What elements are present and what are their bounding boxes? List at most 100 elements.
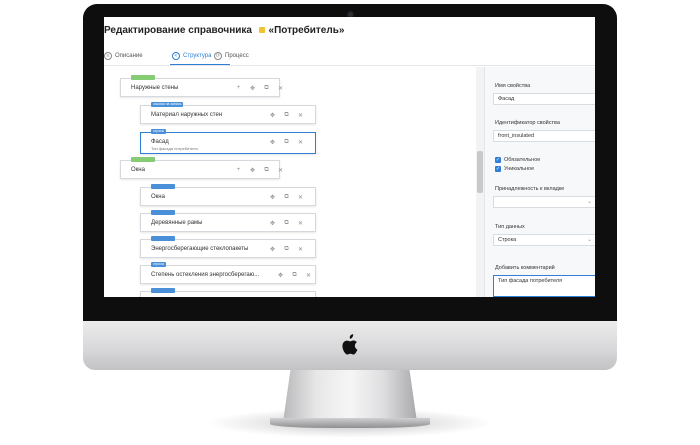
node-actions: + ✥ ⧉ ✕ [235, 85, 284, 92]
tab-membership-label: Принадлежность к вкладке [495, 186, 565, 192]
document-icon: ≡ [104, 52, 112, 60]
data-type-select[interactable]: Строка ⌄ [493, 234, 595, 246]
checkbox-checked-icon: ✓ [495, 166, 501, 172]
node-label: Деревянные рамы [151, 220, 203, 226]
node-type-badge: ссылка на запись [151, 102, 184, 107]
node-type-badge [151, 236, 175, 241]
required-checkbox-label: Обязательное [504, 157, 541, 163]
copy-icon[interactable]: ⧉ [283, 194, 290, 201]
copy-icon[interactable]: ⧉ [283, 220, 290, 227]
properties-panel: Имя свойства Фасад Идентификатор свойств… [484, 67, 595, 297]
copy-icon[interactable]: ⧉ [263, 85, 270, 92]
plus-icon[interactable]: + [235, 85, 242, 92]
close-icon[interactable]: ✕ [297, 139, 304, 146]
tree-node-field[interactable] [140, 288, 316, 297]
close-icon[interactable]: ✕ [305, 272, 312, 279]
data-type-value: Строка [498, 237, 517, 243]
tab-bar: ≡ Описание < Структура ⟳ Процесс [104, 52, 595, 66]
node-actions: ✥ ⧉ ✕ [269, 246, 304, 253]
node-type-badge [131, 75, 155, 80]
required-checkbox[interactable]: ✓ Обязательное [495, 157, 540, 163]
move-icon[interactable]: ✥ [269, 112, 276, 119]
comment-textarea[interactable]: Тип фасада потребителя [493, 275, 595, 297]
page-title: Редактирование справочника «Потребитель» [104, 25, 344, 36]
chevron-down-icon: ⌄ [586, 237, 592, 243]
copy-icon[interactable]: ⧉ [283, 246, 290, 253]
close-icon[interactable]: ✕ [297, 194, 304, 201]
move-icon[interactable]: ✥ [269, 194, 276, 201]
node-actions: ✥ ⧉ ✕ [269, 220, 304, 227]
node-type-badge [131, 157, 155, 162]
node-label: Энергосберегающие стеклопакеты [151, 246, 249, 252]
scrollbar-thumb[interactable] [477, 151, 483, 193]
close-icon[interactable]: ✕ [277, 167, 284, 174]
tree-node-field[interactable]: Энергосберегающие стеклопакеты ✥ ⧉ ✕ [140, 236, 316, 258]
comment-label: Добавить комментарий [495, 265, 555, 271]
tree-node-field[interactable]: ссылка на запись Материал наружных стен … [140, 102, 316, 124]
tree-node-group[interactable]: Наружные стены + ✥ ⧉ ✕ [120, 75, 283, 97]
tree-scrollbar[interactable] [476, 67, 484, 297]
tree-node-field-selected[interactable]: строка Фасад Тип фасада потребителя ✥ ⧉ … [140, 129, 316, 154]
node-label: Наружные стены [131, 85, 179, 91]
node-type-badge [151, 184, 175, 189]
tab-process-label: Процесс [225, 53, 249, 59]
node-actions: + ✥ ⧉ ✕ [235, 167, 284, 174]
node-type-badge [151, 288, 175, 293]
copy-icon[interactable]: ⧉ [283, 139, 290, 146]
apple-logo-icon [342, 334, 358, 355]
unique-checkbox-label: Уникальное [504, 166, 535, 172]
plus-icon[interactable]: + [235, 167, 242, 174]
tab-description-label: Описание [115, 53, 143, 59]
node-type-badge: строка [151, 129, 166, 134]
structure-tree: Наружные стены + ✥ ⧉ ✕ ссылка на запись … [104, 67, 476, 297]
tree-node-field[interactable]: Окна ✥ ⧉ ✕ [140, 184, 316, 206]
close-icon[interactable]: ✕ [297, 246, 304, 253]
move-icon[interactable]: ✥ [269, 246, 276, 253]
tab-description[interactable]: ≡ Описание [104, 52, 143, 60]
node-actions: ✥ ⧉ ✕ [277, 272, 312, 279]
move-icon[interactable]: ✥ [249, 85, 256, 92]
tab-structure[interactable]: < Структура [172, 52, 211, 60]
data-type-label: Тип данных [495, 224, 525, 230]
copy-icon[interactable]: ⧉ [283, 112, 290, 119]
node-actions: ✥ ⧉ ✕ [269, 139, 304, 146]
move-icon[interactable]: ✥ [249, 167, 256, 174]
tree-node-field[interactable]: строка Степень остекления энергосберегаю… [140, 262, 316, 284]
node-label: Фасад [151, 139, 169, 145]
monitor-stand [283, 366, 417, 422]
node-type-badge: строка [151, 262, 166, 267]
tab-membership-select[interactable]: ⌄ [493, 196, 595, 208]
page-title-text: Редактирование справочника [104, 25, 252, 36]
move-icon[interactable]: ✥ [277, 272, 284, 279]
structure-icon: < [172, 52, 180, 60]
node-actions: ✥ ⧉ ✕ [269, 194, 304, 201]
node-actions: ✥ ⧉ ✕ [269, 112, 304, 119]
node-label: Материал наружных стен [151, 112, 223, 118]
property-name-label: Имя свойства [495, 83, 531, 89]
property-name-input[interactable]: Фасад [493, 93, 595, 105]
move-icon[interactable]: ✥ [269, 139, 276, 146]
unique-checkbox[interactable]: ✓ Уникальное [495, 166, 534, 172]
node-sublabel: Тип фасада потребителя [151, 146, 198, 151]
tab-process[interactable]: ⟳ Процесс [214, 52, 249, 60]
app-screen: Редактирование справочника «Потребитель»… [104, 17, 595, 297]
checkbox-checked-icon: ✓ [495, 157, 501, 163]
property-id-input[interactable]: front_insulated [493, 130, 595, 142]
close-icon[interactable]: ✕ [297, 112, 304, 119]
monitor-stand-foot [270, 418, 430, 428]
page-title-suffix: «Потребитель» [268, 25, 345, 36]
chevron-down-icon: ⌄ [586, 199, 592, 205]
node-label: Окна [151, 194, 165, 200]
node-label: Окна [131, 167, 145, 173]
title-marker-icon [258, 27, 265, 33]
tab-divider [104, 65, 595, 66]
tree-node-group[interactable]: Окна + ✥ ⧉ ✕ [120, 157, 283, 179]
tree-node-field[interactable]: Деревянные рамы ✥ ⧉ ✕ [140, 210, 316, 232]
property-id-label: Идентификатор свойства [495, 120, 560, 126]
close-icon[interactable]: ✕ [277, 85, 284, 92]
copy-icon[interactable]: ⧉ [291, 272, 298, 279]
copy-icon[interactable]: ⧉ [263, 167, 270, 174]
move-icon[interactable]: ✥ [269, 220, 276, 227]
close-icon[interactable]: ✕ [297, 220, 304, 227]
node-type-badge [151, 210, 175, 215]
